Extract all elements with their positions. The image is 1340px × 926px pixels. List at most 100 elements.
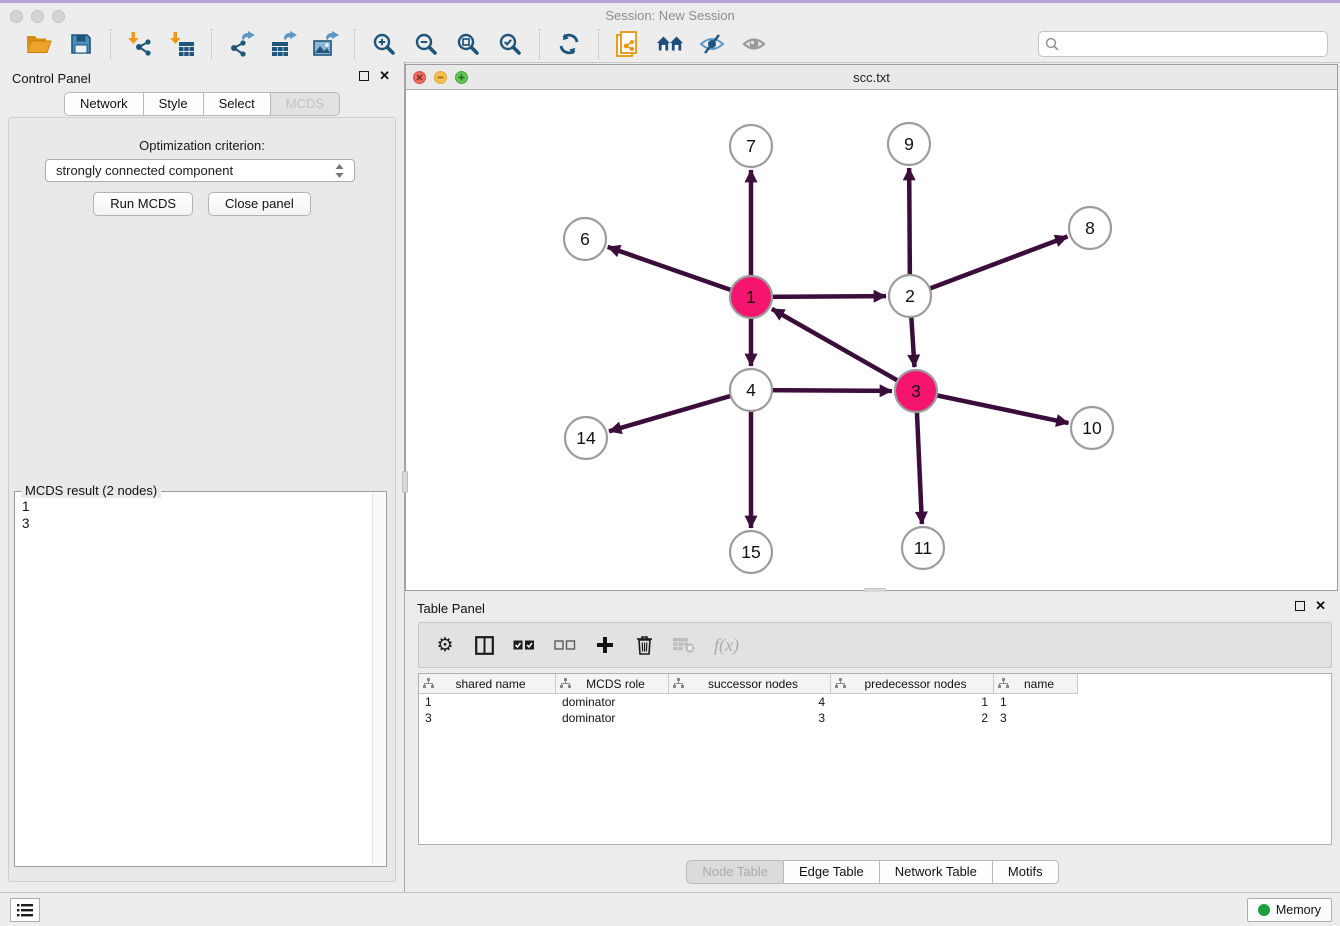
table-row[interactable]: 1dominator411 xyxy=(419,694,1331,710)
select-all-columns-icon[interactable] xyxy=(513,634,535,656)
float-panel-icon[interactable] xyxy=(359,71,369,81)
node-label: 6 xyxy=(580,229,590,249)
graph-node-11[interactable]: 11 xyxy=(902,527,944,569)
task-history-button[interactable] xyxy=(10,898,40,922)
delete-table-icon xyxy=(673,634,695,656)
edge-1-6[interactable] xyxy=(608,247,751,297)
cell-predecessor-nodes[interactable]: 1 xyxy=(831,694,994,710)
graph-node-9[interactable]: 9 xyxy=(888,123,930,165)
zoom-out-icon[interactable] xyxy=(412,30,440,58)
optimization-criterion-select[interactable]: strongly connected component xyxy=(45,159,355,182)
cell-name[interactable]: 1 xyxy=(994,694,1078,710)
table-toolbar: ⚙ f(x) xyxy=(418,622,1332,668)
column-header-name[interactable]: name xyxy=(994,674,1078,694)
tab-network[interactable]: Network xyxy=(64,92,144,116)
duplicate-network-icon[interactable] xyxy=(614,30,642,58)
tab-mcds[interactable]: MCDS xyxy=(270,92,340,116)
graph-node-14[interactable]: 14 xyxy=(565,417,607,459)
tab-edge-table[interactable]: Edge Table xyxy=(783,860,880,884)
close-panel-button[interactable]: Close panel xyxy=(208,192,311,216)
tab-node-table[interactable]: Node Table xyxy=(686,860,784,884)
node-label: 14 xyxy=(576,428,596,448)
node-label: 1 xyxy=(746,287,756,307)
close-table-panel-icon[interactable]: ✕ xyxy=(1315,601,1326,611)
table-panel-title: Table Panel xyxy=(417,601,485,616)
graph-node-8[interactable]: 8 xyxy=(1069,207,1111,249)
deselect-all-columns-icon[interactable] xyxy=(554,634,576,656)
graph-node-10[interactable]: 10 xyxy=(1071,407,1113,449)
network-canvas[interactable]: 7 9 6 8 1 2 4 3 14 10 15 11 xyxy=(406,90,1337,590)
graph-node-15[interactable]: 15 xyxy=(730,531,772,573)
edge-2-8[interactable] xyxy=(910,236,1068,296)
table-tabs: Node TableEdge TableNetwork TableMotifs xyxy=(405,860,1340,884)
node-label: 4 xyxy=(746,380,756,400)
hide-selected-eye-slash-icon[interactable] xyxy=(698,30,726,58)
tab-select[interactable]: Select xyxy=(203,92,271,116)
zoom-selected-icon[interactable] xyxy=(496,30,524,58)
node-label: 11 xyxy=(914,538,932,558)
cell-MCDS-role[interactable]: dominator xyxy=(556,694,669,710)
edge-3-10[interactable] xyxy=(916,391,1069,423)
table-row[interactable]: 3dominator323 xyxy=(419,710,1331,726)
graph-node-2[interactable]: 2 xyxy=(889,275,931,317)
search-box[interactable] xyxy=(1038,31,1328,57)
show-all-eye-icon[interactable] xyxy=(740,30,768,58)
run-mcds-button[interactable]: Run MCDS xyxy=(93,192,193,216)
float-table-panel-icon[interactable] xyxy=(1295,601,1305,611)
node-label: 9 xyxy=(904,134,914,154)
mcds-result-item: 1 xyxy=(22,498,386,515)
add-column-plus-icon[interactable] xyxy=(595,634,615,656)
memory-button[interactable]: Memory xyxy=(1247,898,1332,922)
search-input[interactable] xyxy=(1064,37,1321,52)
cell-successor-nodes[interactable]: 3 xyxy=(669,710,831,726)
export-table-icon[interactable] xyxy=(269,30,297,58)
refresh-icon[interactable] xyxy=(555,30,583,58)
column-header-MCDS-role[interactable]: MCDS role xyxy=(556,674,669,694)
export-image-icon[interactable] xyxy=(311,30,339,58)
graph-node-6[interactable]: 6 xyxy=(564,218,606,260)
graph-node-1[interactable]: 1 xyxy=(730,276,772,318)
chevron-updown-icon xyxy=(335,164,344,178)
splitter-grip-vertical[interactable] xyxy=(402,471,408,493)
graph-node-4[interactable]: 4 xyxy=(730,369,772,411)
nested-networks-icon[interactable] xyxy=(656,30,684,58)
cell-successor-nodes[interactable]: 4 xyxy=(669,694,831,710)
graph-node-7[interactable]: 7 xyxy=(730,125,772,167)
import-network-icon[interactable] xyxy=(126,30,154,58)
cell-MCDS-role[interactable]: dominator xyxy=(556,710,669,726)
import-table-icon[interactable] xyxy=(168,30,196,58)
zoom-fit-icon[interactable] xyxy=(454,30,482,58)
network-window-title: scc.txt xyxy=(406,70,1337,85)
node-table[interactable]: shared nameMCDS rolesuccessor nodesprede… xyxy=(418,673,1332,845)
function-builder-icon: f(x) xyxy=(714,634,739,656)
node-label: 7 xyxy=(746,136,756,156)
column-header-shared-name[interactable]: shared name xyxy=(419,674,556,694)
cell-name[interactable]: 3 xyxy=(994,710,1078,726)
edge-3-1[interactable] xyxy=(772,309,916,391)
zoom-in-icon[interactable] xyxy=(370,30,398,58)
export-network-icon[interactable] xyxy=(227,30,255,58)
tab-style[interactable]: Style xyxy=(143,92,204,116)
dropdown-value: strongly connected component xyxy=(56,163,233,178)
network-window-titlebar[interactable]: scc.txt xyxy=(406,65,1337,90)
cell-shared-name[interactable]: 3 xyxy=(419,710,556,726)
edge-4-14[interactable] xyxy=(609,390,751,431)
column-view-icon[interactable] xyxy=(474,634,494,656)
tab-network-table[interactable]: Network Table xyxy=(879,860,993,884)
column-header-predecessor-nodes[interactable]: predecessor nodes xyxy=(831,674,994,694)
app-title: Session: New Session xyxy=(0,8,1340,23)
column-header-successor-nodes[interactable]: successor nodes xyxy=(669,674,831,694)
cell-predecessor-nodes[interactable]: 2 xyxy=(831,710,994,726)
graph-node-3[interactable]: 3 xyxy=(895,370,937,412)
tab-motifs[interactable]: Motifs xyxy=(992,860,1059,884)
delete-column-trash-icon[interactable] xyxy=(634,634,654,656)
close-panel-icon[interactable]: ✕ xyxy=(379,71,390,81)
open-file-icon[interactable] xyxy=(25,30,53,58)
mcds-result-list[interactable]: 13 xyxy=(15,492,386,532)
cell-shared-name[interactable]: 1 xyxy=(419,694,556,710)
control-panel-tabs: NetworkStyleSelectMCDS xyxy=(0,92,404,116)
result-scrollbar[interactable] xyxy=(372,493,385,865)
memory-label: Memory xyxy=(1276,903,1321,917)
table-settings-gear-icon[interactable]: ⚙ xyxy=(435,634,455,656)
save-session-icon[interactable] xyxy=(67,30,95,58)
